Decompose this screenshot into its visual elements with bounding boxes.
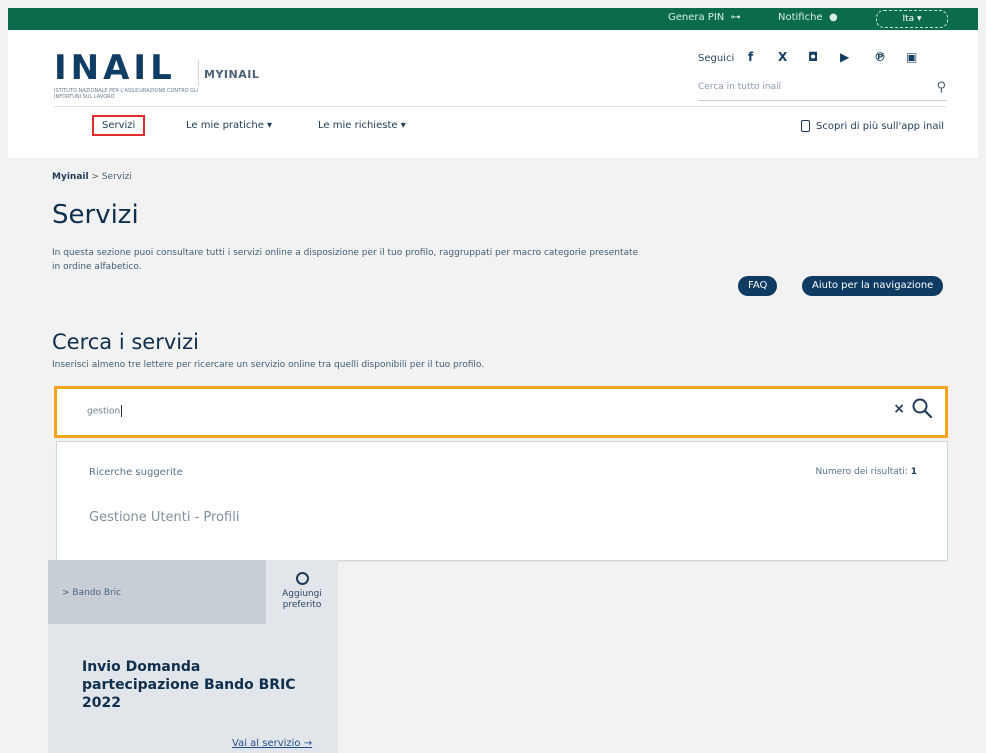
vai-al-servizio-link[interactable]: Vai al servizio → — [232, 738, 312, 749]
breadcrumb: Myinail > Servizi — [52, 172, 132, 182]
search-value: gestion — [87, 405, 123, 417]
text-caret — [121, 405, 123, 417]
logo-subtitle: ISTITUTO NAZIONALE PER L'ASSICURAZIONE C… — [54, 88, 199, 100]
pinterest-icon[interactable]: ℗ — [874, 50, 886, 64]
results-count: Numero dei risultati: 1 — [815, 467, 917, 477]
card-title: Invio Domanda partecipazione Bando BRIC … — [82, 659, 296, 711]
add-favorite-button[interactable]: Aggiungi preferito — [266, 560, 338, 624]
seguici-label: Seguici — [698, 53, 735, 64]
services-search-input[interactable]: gestion × — [54, 386, 948, 438]
service-card: > Bando Bric Aggiungi preferito Invio Do… — [48, 560, 338, 753]
language-label: Ita — [902, 14, 915, 24]
page-title: Servizi — [52, 200, 139, 230]
site-search-placeholder: Cerca in tutto inail — [698, 82, 782, 92]
app-name: MYINAIL — [204, 68, 260, 81]
tab-le-mie-pratiche[interactable]: Le mie pratiche ▾ — [186, 120, 272, 131]
breadcrumb-separator: > — [88, 172, 102, 182]
search-icon[interactable]: ⚲ — [936, 80, 946, 95]
suggestions-header: Ricerche suggerite — [89, 467, 183, 478]
aiuto-navigazione-button[interactable]: Aiuto per la navigazione — [802, 276, 944, 296]
language-selector[interactable]: Ita ▾ — [876, 10, 948, 28]
results-count-label: Numero dei risultati: — [815, 467, 911, 477]
bell-icon: ● — [825, 12, 838, 23]
app-inail-link[interactable]: Scopri di più sull'app inail — [801, 120, 944, 132]
notifiche-link[interactable]: Notifiche ● — [778, 12, 838, 23]
tab-le-mie-richieste[interactable]: Le mie richieste ▾ — [318, 120, 406, 131]
card-header: > Bando Bric — [48, 560, 266, 624]
top-bar: Genera PIN ⊶ Notifiche ● Ita ▾ — [8, 8, 978, 30]
breadcrumb-home[interactable]: Myinail — [52, 172, 89, 182]
site-search-input[interactable]: Cerca in tutto inail ⚲ — [698, 80, 946, 101]
search-icon[interactable] — [911, 397, 933, 419]
favorite-label-2: preferito — [282, 600, 322, 610]
favorite-icon — [295, 572, 309, 585]
results-count-value: 1 — [910, 467, 917, 477]
search-section-subtitle: Inserisci almeno tre lettere per ricerca… — [52, 360, 485, 370]
facebook-icon[interactable]: f — [748, 50, 753, 64]
instagram-icon[interactable]: ◘ — [808, 50, 818, 64]
clear-icon[interactable]: × — [893, 401, 905, 417]
search-section-title: Cerca i servizi — [52, 330, 199, 354]
linkedin-icon[interactable]: ▣ — [906, 50, 917, 64]
tab-servizi[interactable]: Servizi — [92, 115, 146, 136]
breadcrumb-current: Servizi — [101, 172, 132, 182]
x-icon[interactable]: X — [778, 50, 787, 64]
header-separator — [54, 106, 946, 107]
key-icon: ⊶ — [727, 12, 741, 23]
favorite-label-1: Aggiungi — [282, 589, 322, 599]
search-value-text: gestion — [87, 406, 121, 417]
genera-pin-label: Genera PIN — [668, 12, 725, 23]
notifiche-label: Notifiche — [778, 12, 823, 23]
app-link-label: Scopri di più sull'app inail — [816, 121, 944, 132]
inail-logo[interactable]: INAIL — [54, 48, 176, 88]
suggestion-item[interactable]: Gestione Utenti - Profili — [89, 510, 239, 525]
page-intro: In questa sezione puoi consultare tutti … — [52, 248, 639, 272]
main-nav: Servizi Le mie pratiche ▾ Le mie richies… — [8, 110, 978, 150]
faq-button[interactable]: FAQ — [738, 276, 778, 296]
youtube-icon[interactable]: ▶ — [840, 50, 849, 64]
header-divider — [198, 60, 199, 86]
genera-pin-link[interactable]: Genera PIN ⊶ — [668, 12, 741, 23]
card-category: > Bando Bric — [62, 588, 122, 598]
phone-icon — [801, 120, 811, 132]
chevron-down-icon: ▾ — [917, 14, 922, 24]
search-suggestions-dropdown: Ricerche suggerite Numero dei risultati:… — [56, 441, 948, 561]
